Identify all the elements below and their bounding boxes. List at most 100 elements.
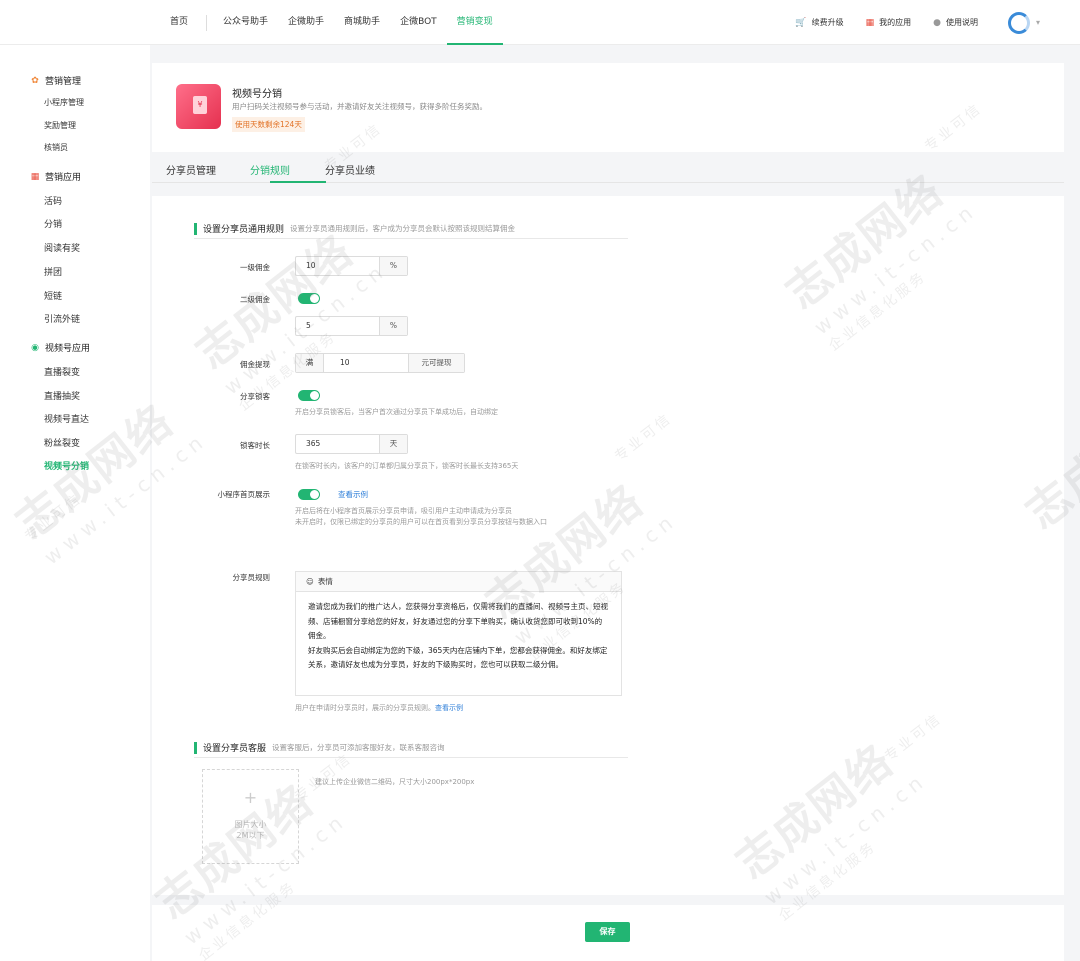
sidebar-item-livecode[interactable]: 活码 bbox=[44, 194, 62, 207]
apps-grid-icon: ▦ bbox=[865, 17, 875, 28]
avatar[interactable] bbox=[1007, 11, 1030, 34]
homepage-toggle[interactable] bbox=[298, 489, 320, 500]
sidebar-item-short-link[interactable]: 短链 bbox=[44, 289, 62, 302]
emoji-label[interactable]: 表情 bbox=[318, 576, 333, 587]
app-description: 用户扫码关注视频号参与活动，并邀请好友关注视频号，获得多阶任务奖励。 bbox=[232, 102, 487, 111]
rule-text-help-text: 用户在申请时分享员时，展示的分享员规则。 bbox=[295, 704, 435, 712]
editor-body[interactable]: 邀请您成为我们的推广达人，您获得分享资格后，仅需将我们的直播间、视频号主页、短视… bbox=[296, 592, 621, 681]
red-packet-icon bbox=[176, 84, 221, 129]
lock-duration-help: 在锁客时长内，该客户的订单都归属分享员下，锁客时长最长支持365天 bbox=[295, 462, 519, 470]
section-title: 设置分享员通用规则 bbox=[203, 225, 285, 235]
nav-wecom-bot[interactable]: 企微BOT bbox=[390, 0, 447, 45]
rule-text-help: 用户在申请时分享员时，展示的分享员规则。查看示例 bbox=[295, 703, 463, 714]
sidebar-item-group-buy[interactable]: 拼团 bbox=[44, 265, 62, 278]
sidebar-group-video-apps: ◉ 视频号应用 bbox=[30, 341, 91, 355]
level1-value: 10 bbox=[306, 261, 316, 270]
section-title: 设置分享员客服 bbox=[203, 744, 267, 754]
main-nav: 首页 公众号助手 企微助手 商城助手 企微BOT 营销变现 bbox=[160, 0, 503, 45]
sidebar-group-label: 营销管理 bbox=[45, 77, 82, 87]
my-apps-label: 我的应用 bbox=[879, 18, 912, 27]
save-button[interactable]: 保存 bbox=[585, 922, 630, 942]
active-tab-indicator bbox=[270, 181, 326, 183]
sidebar-item-external-link[interactable]: 引流外链 bbox=[44, 312, 80, 325]
sidebar-item-rewards[interactable]: 奖励管理 bbox=[44, 120, 76, 131]
rule-text-label: 分享员规则 bbox=[232, 573, 271, 582]
tab-sharer-performance[interactable]: 分享员业绩 bbox=[325, 162, 375, 177]
chevron-down-icon[interactable]: ▾ bbox=[1036, 18, 1040, 27]
section-divider bbox=[194, 757, 628, 758]
level2-value: 5 bbox=[306, 321, 311, 330]
emoji-icon[interactable]: ☺ bbox=[306, 577, 314, 586]
tab-distribution-rules[interactable]: 分销规则 bbox=[250, 162, 290, 177]
withdraw-label: 佣金提现 bbox=[240, 360, 270, 369]
section-divider bbox=[194, 238, 628, 239]
withdraw-threshold-input[interactable]: 满 10 元可提现 bbox=[295, 353, 465, 373]
rule-text-editor[interactable]: ☺ 表情 邀请您成为我们的推广达人，您获得分享资格后，仅需将我们的直播间、视频号… bbox=[295, 571, 622, 696]
rule-paragraph-1: 邀请您成为我们的推广达人，您获得分享资格后，仅需将我们的直播间、视频号主页、短视… bbox=[308, 602, 608, 640]
help-link[interactable]: ● 使用说明 bbox=[933, 17, 978, 28]
withdraw-value: 10 bbox=[340, 358, 350, 367]
withdraw-prefix: 满 bbox=[296, 354, 324, 372]
plus-icon: + bbox=[243, 788, 258, 807]
sidebar-group-label: 营销应用 bbox=[45, 173, 82, 183]
level2-toggle[interactable] bbox=[298, 293, 320, 304]
level2-commission-input[interactable]: 5 % bbox=[295, 316, 408, 336]
lock-duration-value: 365 bbox=[306, 439, 321, 448]
video-channel-icon: ◉ bbox=[31, 342, 39, 353]
lock-toggle[interactable] bbox=[298, 390, 320, 401]
sidebar-item-miniprogram[interactable]: 小程序管理 bbox=[44, 97, 84, 108]
level2-label: 二级佣金 bbox=[240, 295, 270, 304]
rule-paragraph-2: 好友购买后会自动绑定为您的下级，365天内在店铺内下单，您都会获得佣金。和好友绑… bbox=[308, 645, 608, 670]
sidebar-item-video-direct[interactable]: 视频号直达 bbox=[44, 412, 89, 425]
percent-suffix: % bbox=[379, 317, 407, 335]
nav-mall-assistant[interactable]: 商城助手 bbox=[334, 0, 390, 45]
sidebar-group-marketing-apps: ▦ 营销应用 bbox=[30, 170, 82, 184]
upload-tip: 建议上传企业微信二维码，尺寸大小200px*200px bbox=[315, 778, 475, 786]
nav-official-account[interactable]: 公众号助手 bbox=[213, 0, 278, 45]
nav-wecom-assistant[interactable]: 企微助手 bbox=[278, 0, 334, 45]
sidebar-group-marketing-mgmt: ✿ 营销管理 bbox=[30, 74, 82, 88]
sidebar-item-fan-fission[interactable]: 粉丝裂变 bbox=[44, 436, 80, 449]
gear-icon: ✿ bbox=[31, 75, 39, 86]
section-general-rules: 设置分享员通用规则 设置分享员通用规则后，客户成为分享员会默认按照该规则结算佣金 bbox=[194, 222, 515, 235]
rules-form: 设置分享员通用规则 设置分享员通用规则后，客户成为分享员会默认按照该规则结算佣金… bbox=[152, 196, 1064, 895]
nav-divider bbox=[206, 14, 208, 31]
homepage-example-link[interactable]: 查看示例 bbox=[338, 489, 368, 500]
qrcode-upload[interactable]: + 图片大小 2M以下 bbox=[202, 769, 299, 864]
section-hint: 设置分享员通用规则后，客户成为分享员会默认按照该规则结算佣金 bbox=[290, 224, 516, 233]
level1-commission-input[interactable]: 10 % bbox=[295, 256, 408, 276]
upload-hint-2: 2M以下 bbox=[236, 831, 265, 840]
homepage-help-2: 未开启时，仅限已绑定的分享员的用户可以在首页看到分享员分享按钮与数据入口 bbox=[295, 518, 547, 526]
nav-home[interactable]: 首页 bbox=[160, 0, 198, 45]
lock-duration-input[interactable]: 365 天 bbox=[295, 434, 408, 454]
sidebar-item-live-fission[interactable]: 直播裂变 bbox=[44, 365, 80, 378]
app-header-card: 视频号分销 用户扫码关注视频号参与活动，并邀请好友关注视频号，获得多阶任务奖励。… bbox=[152, 63, 1064, 152]
nav-marketing[interactable]: 营销变现 bbox=[446, 0, 503, 45]
apps-grid-icon: ▦ bbox=[30, 171, 40, 182]
level1-label: 一级佣金 bbox=[240, 263, 270, 272]
rule-text-example-link[interactable]: 查看示例 bbox=[435, 704, 463, 712]
renew-label: 续费升级 bbox=[811, 18, 844, 27]
sidebar-item-verifier[interactable]: 核销员 bbox=[44, 142, 68, 153]
top-navbar: 首页 公众号助手 企微助手 商城助手 企微BOT 营销变现 🛒 续费升级 ▦ 我… bbox=[0, 0, 1080, 45]
my-apps-link[interactable]: ▦ 我的应用 bbox=[866, 17, 912, 28]
lock-duration-label: 锁客时长 bbox=[240, 441, 270, 450]
help-circle-icon: ● bbox=[933, 17, 941, 28]
renew-link[interactable]: 🛒 续费升级 bbox=[795, 17, 843, 28]
section-hint: 设置客服后，分享员可添加客服好友，联系客服咨询 bbox=[272, 743, 445, 752]
sidebar-item-live-lottery[interactable]: 直播抽奖 bbox=[44, 389, 80, 402]
lock-help: 开启分享员锁客后，当客户首次通过分享员下单成功后，自动绑定 bbox=[295, 408, 498, 416]
sidebar-item-read-reward[interactable]: 阅读有奖 bbox=[44, 241, 80, 254]
top-right-tools: 🛒 续费升级 ▦ 我的应用 ● 使用说明 ▾ bbox=[773, 0, 1040, 45]
tab-sharer-management[interactable]: 分享员管理 bbox=[166, 162, 216, 177]
lock-label: 分享锁客 bbox=[240, 392, 270, 401]
section-service: 设置分享员客服 设置客服后，分享员可添加客服好友，联系客服咨询 bbox=[194, 741, 445, 754]
tab-bar: 分享员管理 分销规则 分享员业绩 bbox=[152, 152, 1064, 183]
homepage-label: 小程序首页展示 bbox=[217, 490, 271, 499]
section-accent-bar bbox=[194, 741, 197, 754]
sidebar-item-distribution[interactable]: 分销 bbox=[44, 217, 62, 230]
percent-suffix: % bbox=[379, 257, 407, 275]
sidebar-group-label: 视频号应用 bbox=[45, 344, 91, 354]
section-accent-bar bbox=[194, 222, 197, 235]
sidebar-item-video-distribution[interactable]: 视频号分销 bbox=[44, 459, 89, 472]
